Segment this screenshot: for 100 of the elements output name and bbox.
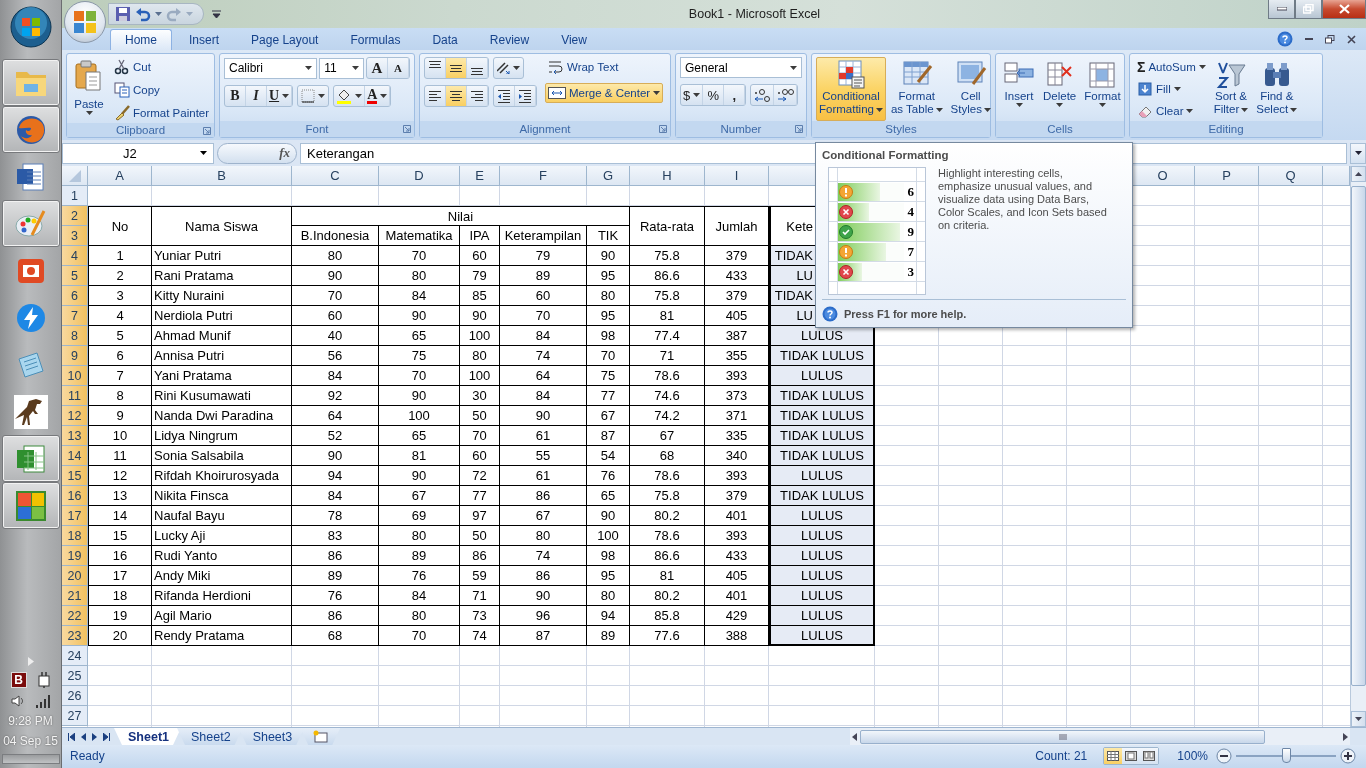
row-header[interactable]: 10 [62, 366, 88, 386]
scroll-up-button[interactable] [1351, 166, 1366, 182]
editing-button[interactable]: Find & Select [1253, 57, 1301, 121]
font-color-button[interactable]: A [365, 86, 391, 106]
plug-icon[interactable] [36, 672, 51, 688]
row-header[interactable]: 18 [62, 526, 88, 546]
help-icon[interactable] [1277, 31, 1293, 47]
row-header[interactable]: 19 [62, 546, 88, 566]
row-header[interactable]: 1 [62, 186, 88, 206]
editing-button[interactable]: Sort & Filter [1210, 57, 1252, 121]
row-header[interactable]: 5 [62, 266, 88, 286]
column-header[interactable]: H [630, 166, 705, 186]
row-header[interactable]: 2 [62, 206, 88, 226]
row-header[interactable]: 6 [62, 286, 88, 306]
row-header[interactable]: 15 [62, 466, 88, 486]
close-button[interactable] [1322, 0, 1366, 19]
row-header[interactable]: 21 [62, 586, 88, 606]
scroll-down-button[interactable] [1351, 711, 1366, 727]
ribbon-tab[interactable]: View [546, 29, 602, 50]
row-header[interactable]: 13 [62, 426, 88, 446]
first-sheet-icon[interactable] [68, 732, 75, 741]
paste-button[interactable]: Paste [71, 57, 107, 123]
row-header[interactable]: 4 [62, 246, 88, 266]
align-button[interactable] [446, 58, 467, 78]
row-header[interactable]: 9 [62, 346, 88, 366]
ribbon-tab[interactable]: Formulas [335, 29, 416, 50]
view-button[interactable] [1104, 748, 1123, 764]
row-header[interactable]: 16 [62, 486, 88, 506]
scrollbar-thumb[interactable] [1351, 186, 1366, 686]
column-header[interactable]: B [152, 166, 292, 186]
signal-icon[interactable] [34, 694, 51, 708]
row-header[interactable]: 11 [62, 386, 88, 406]
restore-icon[interactable] [1325, 34, 1335, 44]
row-header[interactable]: 24 [62, 646, 88, 666]
slider-thumb[interactable] [1282, 748, 1291, 763]
align-button[interactable] [446, 86, 467, 106]
comma-button[interactable]: , [724, 85, 746, 105]
previous-sheet-icon[interactable] [81, 732, 86, 741]
cut-button[interactable]: Cut [111, 57, 213, 77]
column-header[interactable]: F [500, 166, 587, 186]
editing-button[interactable]: Σ AutoSum [1134, 57, 1209, 77]
format-painter-button[interactable]: Format Painter [111, 103, 213, 123]
column-header[interactable]: O [1131, 166, 1195, 186]
cells-button[interactable]: Format [1081, 57, 1124, 121]
speaker-icon[interactable] [10, 694, 25, 708]
font-size-field[interactable]: 11 [319, 57, 364, 79]
shrink-font-button[interactable]: A [388, 58, 409, 78]
column-header[interactable]: G [587, 166, 630, 186]
cells-button[interactable]: Insert [1000, 57, 1038, 121]
style-button[interactable]: Conditional Formatting [816, 57, 886, 121]
copy-button[interactable]: Copy [111, 80, 213, 100]
expand-formula-button[interactable] [1350, 142, 1366, 164]
row-header[interactable]: 22 [62, 606, 88, 626]
column-header[interactable]: A [88, 166, 152, 186]
next-sheet-icon[interactable] [92, 732, 97, 741]
dialog-launcher-icon[interactable] [203, 127, 211, 135]
row-header[interactable]: 14 [62, 446, 88, 466]
currency-button[interactable]: $ [681, 85, 704, 105]
name-box[interactable]: J2 [62, 142, 214, 164]
sheet-tab[interactable]: Sheet1 [114, 728, 181, 745]
editing-button[interactable]: Fill [1134, 79, 1209, 99]
ribbon-tab[interactable]: Review [474, 29, 545, 50]
column-header[interactable]: C [292, 166, 379, 186]
row-header[interactable]: 20 [62, 566, 88, 586]
ribbon-tab[interactable]: Insert [174, 29, 235, 50]
tray-icon[interactable]: B [10, 672, 27, 688]
grow-font-button[interactable]: A [367, 58, 388, 78]
row-header[interactable]: 7 [62, 306, 88, 326]
restore-button[interactable] [1295, 0, 1322, 19]
font-name-field[interactable]: Calibri [224, 57, 318, 79]
underline-button[interactable]: U [267, 86, 293, 106]
taskbar-button[interactable] [1, 482, 60, 529]
save-icon[interactable] [115, 6, 131, 22]
sheet-tab[interactable]: Sheet2 [177, 728, 243, 745]
borders-button[interactable] [297, 85, 330, 107]
dialog-launcher-icon[interactable] [795, 125, 803, 133]
minimize-button[interactable] [1268, 0, 1295, 19]
zoom-in-button[interactable] [1340, 748, 1356, 764]
merge-center-button[interactable]: Merge & Center [545, 83, 664, 103]
taskbar-button[interactable] [1, 106, 60, 153]
column-header[interactable]: D [379, 166, 460, 186]
wrap-text-button[interactable]: Wrap Text [545, 57, 664, 77]
scrollbar-thumb[interactable] [860, 729, 1265, 744]
close-icon[interactable] [1347, 34, 1356, 44]
insert-function-button[interactable]: fx [217, 142, 297, 164]
scroll-left-icon[interactable] [852, 732, 857, 741]
dialog-launcher-icon[interactable] [403, 125, 411, 133]
view-button[interactable] [1122, 748, 1141, 764]
ribbon-tab[interactable]: Data [417, 29, 473, 50]
row-header[interactable]: 17 [62, 506, 88, 526]
ribbon-tab[interactable]: Home [110, 29, 172, 50]
minimize-icon[interactable] [1305, 37, 1313, 41]
column-header[interactable]: P [1195, 166, 1259, 186]
zoom-out-button[interactable] [1216, 748, 1232, 764]
row-header[interactable]: 8 [62, 326, 88, 346]
fill-color-button[interactable] [334, 86, 366, 106]
undo-icon[interactable] [135, 6, 151, 22]
row-header[interactable]: 3 [62, 226, 88, 246]
dialog-launcher-icon[interactable] [659, 125, 667, 133]
row-header[interactable]: 25 [62, 666, 88, 686]
